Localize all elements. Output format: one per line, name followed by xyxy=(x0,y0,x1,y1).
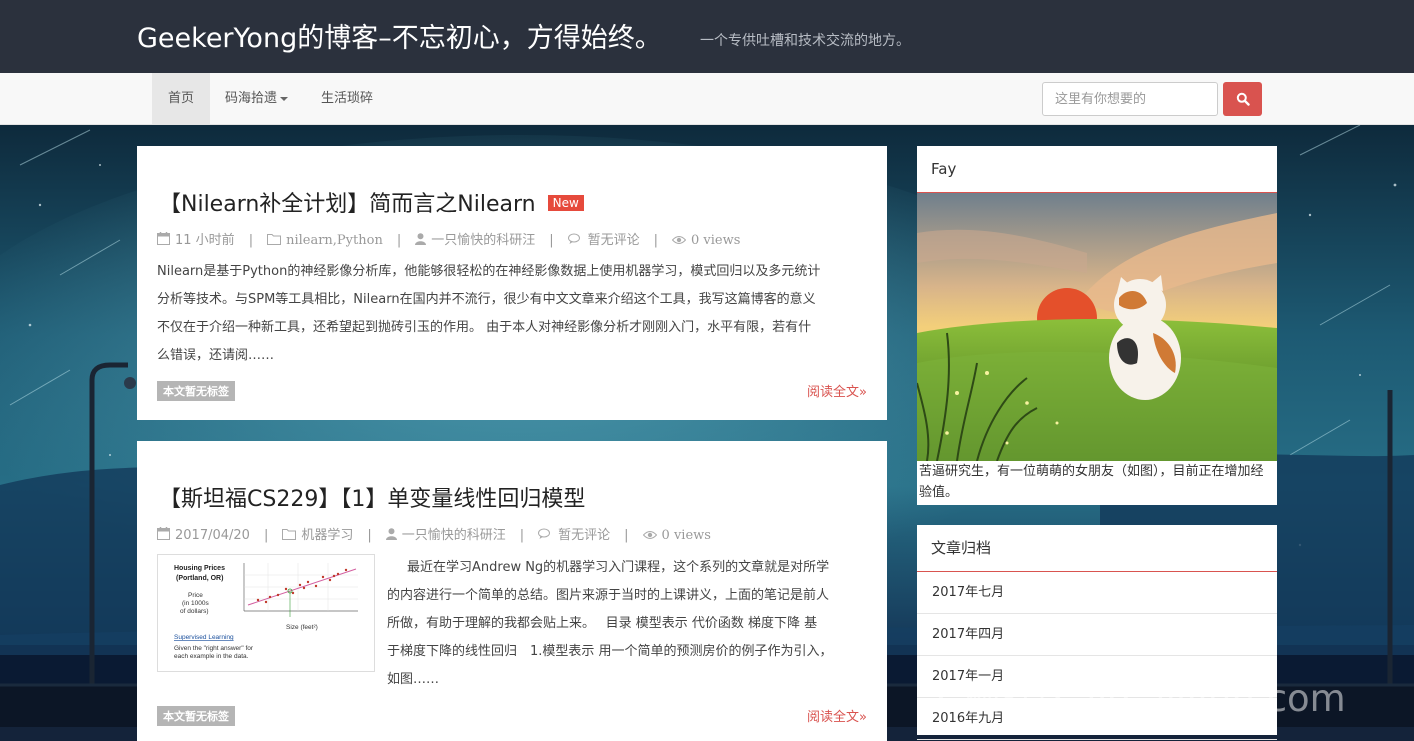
profile-description: 苦逼研究生，有一位萌萌的女朋友（如图），目前正在增加经验值。 xyxy=(919,464,1264,500)
search-input[interactable] xyxy=(1042,82,1218,116)
nav-item-label: 码海拾遗 xyxy=(225,91,278,106)
post-title[interactable]: 【Nilearn补全计划】简而言之Nilearn New xyxy=(159,186,584,218)
eye-icon xyxy=(671,234,687,249)
search-button[interactable] xyxy=(1223,82,1262,116)
post-comments[interactable]: 暂无评论 xyxy=(558,528,610,543)
archive-title: 文章归档 xyxy=(917,525,1277,572)
thumb-ylabel: of dollars) xyxy=(180,608,209,615)
nav-item-code[interactable]: 码海拾遗 xyxy=(225,73,289,124)
site-title[interactable]: GeekerYong的博客–不忘初心，方得始终。 xyxy=(137,16,662,55)
thumb-heading: (Portland, OR) xyxy=(176,575,223,582)
watermark: 云栖社区 yq.aliyun.com xyxy=(926,677,1346,720)
caret-down-icon xyxy=(280,96,289,101)
post-author[interactable]: 一只愉快的科研汪 xyxy=(402,528,506,543)
thumb-note: Given the "right answer" for xyxy=(174,645,254,652)
post-categories[interactable]: nilearn,Python xyxy=(286,233,383,248)
calendar-icon xyxy=(157,527,170,544)
post-tag: 本文暂无标签 xyxy=(157,381,235,401)
excerpt-line: Nilearn是基于Python的神经影像分析库，他能够很轻松的在神经影像数据上… xyxy=(157,264,821,279)
user-icon xyxy=(415,233,427,249)
read-more-link[interactable]: 阅读全文» xyxy=(807,706,867,725)
search-icon xyxy=(1236,92,1250,106)
site-header: GeekerYong的博客–不忘初心，方得始终。 一个专供吐槽和技术交流的地方。 xyxy=(0,0,1414,73)
read-more-link[interactable]: 阅读全文» xyxy=(807,381,867,400)
post-title[interactable]: 【斯坦福CS229】【1】单变量线性回归模型 xyxy=(159,481,585,513)
post-title-text[interactable]: 【Nilearn补全计划】简而言之Nilearn xyxy=(159,192,536,217)
post-date: 11 小时前 xyxy=(175,233,235,248)
excerpt-line: 么错误，还请阅…… xyxy=(157,348,275,363)
nav-item-life[interactable]: 生活琐碎 xyxy=(321,73,373,124)
post-tag: 本文暂无标签 xyxy=(157,706,235,726)
thumb-note: Supervised Learning xyxy=(174,634,234,641)
post-meta: 2017/04/20 | 机器学习 | 一只愉快的科研汪 | 暂无评论 | 0 view… xyxy=(157,524,711,544)
excerpt-line: 分析等技术。与SPM等工具相比，Nilearn在国内并不流行，很少有中文文章来介… xyxy=(157,292,816,307)
calendar-icon xyxy=(157,232,170,249)
post-categories[interactable]: 机器学习 xyxy=(301,528,353,543)
thumb-note: each example in the data. xyxy=(174,653,249,660)
excerpt-line: 的内容进行一个简单的总结。图片来源于当时的上课讲义，上面的笔记是前人 xyxy=(387,588,830,603)
nav-item-home[interactable]: 首页 xyxy=(152,73,210,124)
post-card: 【Nilearn补全计划】简而言之Nilearn New 11 小时前 | nile… xyxy=(137,146,887,420)
folder-icon xyxy=(267,233,282,249)
excerpt-line: 不仅在于介绍一种新工具，还希望起到抛砖引玉的作用。 由于本人对神经影像分析才刚刚… xyxy=(157,320,812,335)
thumb-xlabel: Size (feet²) xyxy=(286,624,318,631)
comments-icon xyxy=(567,233,583,249)
eye-icon xyxy=(642,529,657,544)
archive-item[interactable]: 2017年四月 xyxy=(917,614,1277,656)
post-card: 【斯坦福CS229】【1】单变量线性回归模型 2017/04/20 | 机器学习 |… xyxy=(137,441,887,741)
new-badge: New xyxy=(547,195,584,211)
profile-image xyxy=(916,193,1277,462)
profile-name: Fay xyxy=(917,146,1277,193)
excerpt-line: 最近在学习Andrew Ng的机器学习入门课程，这个系列的文章就是对所学 xyxy=(407,560,830,575)
post-views: 0 views xyxy=(691,233,741,248)
nav-item-label: 生活琐碎 xyxy=(321,91,374,106)
thumb-ylabel: (in 1000s xyxy=(182,600,209,607)
site-subtitle: 一个专供吐槽和技术交流的地方。 xyxy=(700,33,910,49)
post-author[interactable]: 一只愉快的科研汪 xyxy=(431,233,535,248)
post-views: 0 views xyxy=(661,528,711,543)
excerpt-line: 所做，有助于理解的我都会贴上来。 目录 模型表示 代价函数 梯度下降 基 xyxy=(387,616,818,631)
comments-icon xyxy=(538,528,553,544)
user-icon xyxy=(385,528,397,544)
post-thumbnail[interactable]: Housing Prices (Portland, OR) Price (in … xyxy=(157,554,375,672)
profile-widget: Fay 苦逼研究生，有一位萌萌的女朋友（如图），目前正在增加经验值。 xyxy=(916,146,1277,505)
post-comments[interactable]: 暂无评论 xyxy=(588,233,640,248)
excerpt-line: 如图…… xyxy=(387,672,440,687)
folder-icon xyxy=(282,528,297,544)
post-meta: 11 小时前 | nilearn,Python | 一只愉快的科研汪 | 暂无评论 | … xyxy=(157,229,740,249)
post-excerpt: 最近在学习Andrew Ng的机器学习入门课程，这个系列的文章就是对所学 的内容… xyxy=(387,554,872,694)
thumb-ylabel: Price xyxy=(188,592,203,599)
post-excerpt: Nilearn是基于Python的神经影像分析库，他能够很轻松的在神经影像数据上… xyxy=(157,258,872,370)
excerpt-line: 于梯度下降的线性回归 1.模型表示 用一个简单的预测房价的例子作为引入， xyxy=(387,644,833,659)
thumb-heading: Housing Prices xyxy=(174,565,225,572)
nav-item-label: 首页 xyxy=(167,91,194,106)
archive-item[interactable]: 2017年七月 xyxy=(917,572,1277,614)
post-date: 2017/04/20 xyxy=(175,528,250,543)
